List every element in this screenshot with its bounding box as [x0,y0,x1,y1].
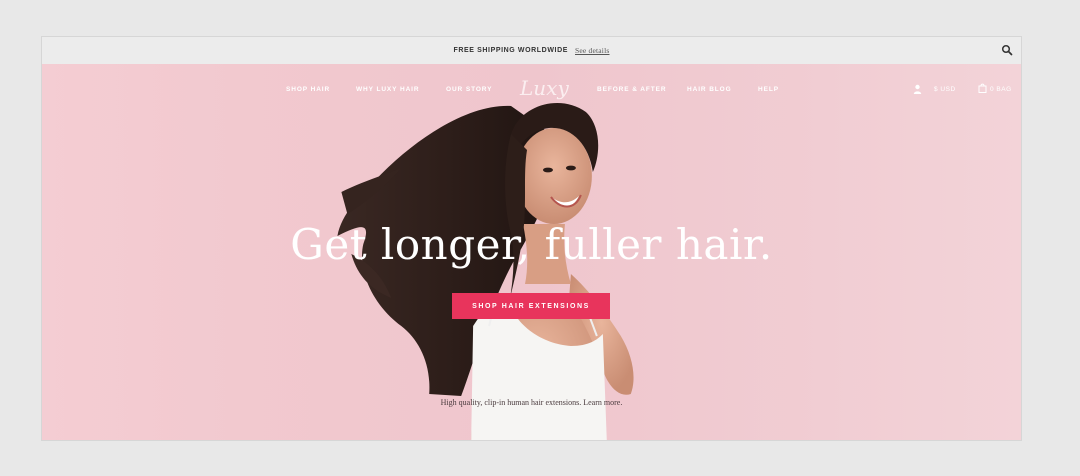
hero-subtext: High quality, clip-in human hair extensi… [42,398,1021,407]
learn-more-link[interactable]: Learn more. [583,398,622,407]
nav-help[interactable]: HELP [758,86,779,93]
announcement-bar: FREE SHIPPING WORLDWIDE See details [42,37,1021,64]
shop-hair-extensions-button[interactable]: SHOP HAIR EXTENSIONS [452,293,610,319]
see-details-link[interactable]: See details [575,46,609,55]
nav-why-luxy-hair[interactable]: WHY LUXY HAIR [356,86,419,93]
browser-frame: FREE SHIPPING WORLDWIDE See details SHOP… [41,36,1022,441]
hero-section: SHOP HAIR WHY LUXY HAIR OUR STORY Luxy B… [42,64,1021,440]
currency-selector[interactable]: $ USD [934,86,956,93]
brand-logo[interactable]: Luxy [520,76,569,100]
nav-shop-hair[interactable]: SHOP HAIR [286,86,330,93]
shopping-bag-icon[interactable] [978,83,987,93]
nav-our-story[interactable]: OUR STORY [446,86,492,93]
nav-hair-blog[interactable]: HAIR BLOG [687,86,732,93]
main-navigation: SHOP HAIR WHY LUXY HAIR OUR STORY Luxy B… [42,76,1021,100]
nav-before-after[interactable]: BEFORE & AFTER [597,86,666,93]
bag-count[interactable]: 0 BAG [990,86,1012,93]
user-icon[interactable] [913,84,922,94]
hero-description: High quality, clip-in human hair extensi… [440,398,582,407]
search-icon[interactable] [1001,44,1013,56]
announcement-text: FREE SHIPPING WORLDWIDE [453,47,569,54]
hero-headline: Get longer, fuller hair. [290,220,773,269]
